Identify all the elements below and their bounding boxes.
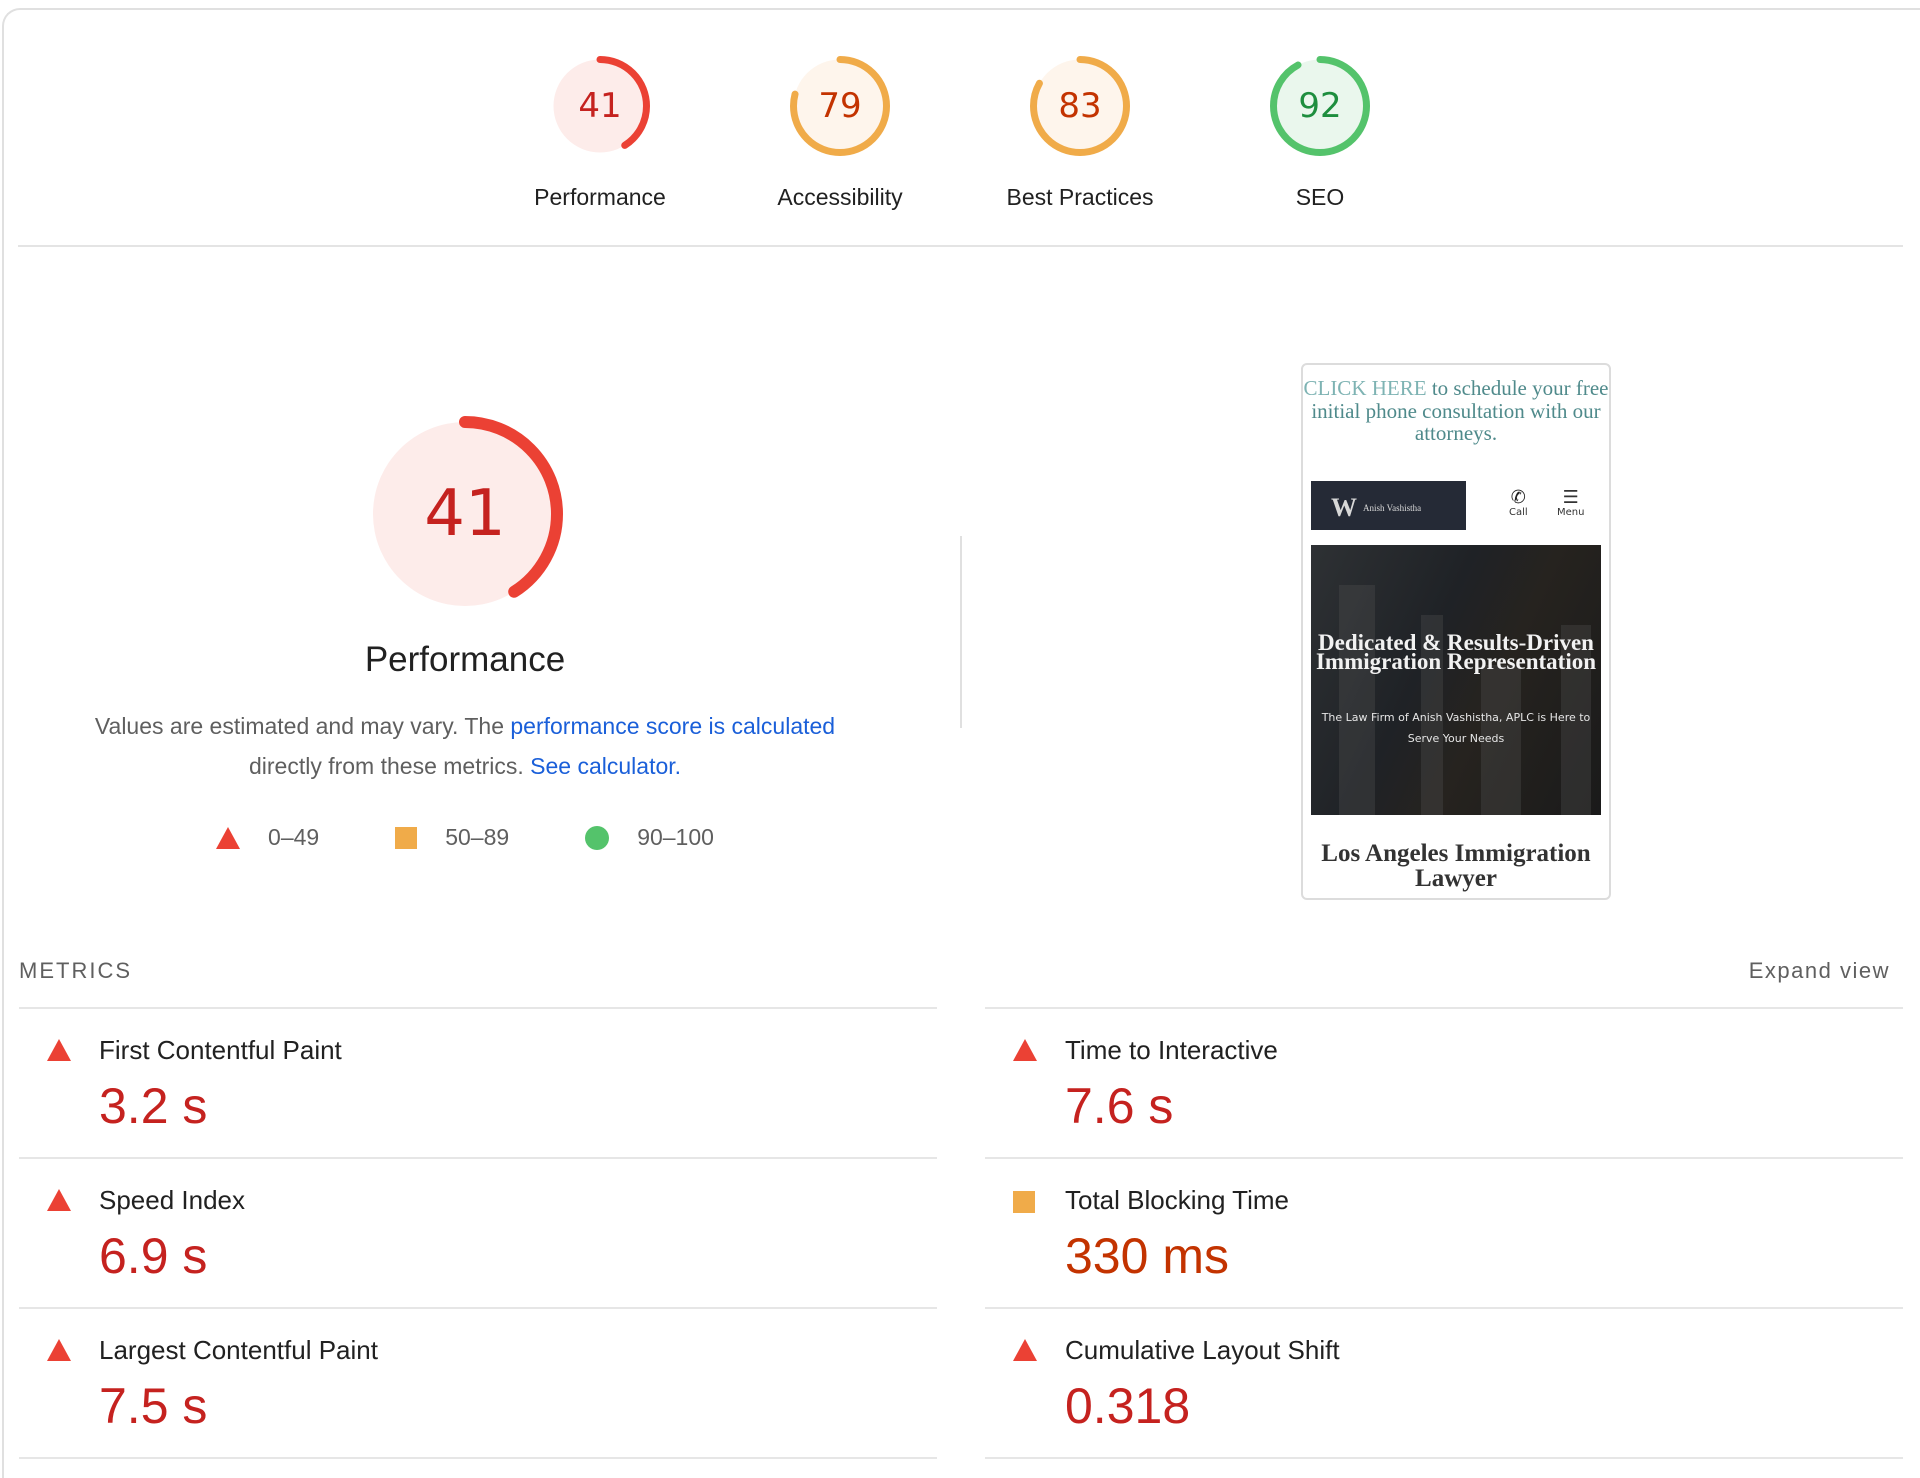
gauge-performance[interactable]: 41 Performance [510, 54, 690, 211]
expand-view-button[interactable]: Expand view [1749, 958, 1890, 984]
vertical-divider [960, 536, 962, 728]
legend-item-pass: 90–100 [585, 824, 714, 851]
legend-item-fail: 0–49 [216, 824, 319, 851]
gauge-label: Performance [534, 184, 666, 210]
building-graphic [1339, 585, 1375, 815]
score-gauge: 41 [550, 56, 650, 156]
gauge-best-practices[interactable]: 83 Best Practices [990, 54, 1170, 211]
metric-time-to-interactive: Time to Interactive 7.6 s [985, 1007, 1903, 1157]
category-gauges: 41 Performance 79 Accessibility 83 Best … [0, 54, 1920, 214]
site-header-logo: W Anish Vashistha [1311, 481, 1466, 530]
hero-banner: Dedicated & Results-Driven Immigration R… [1311, 545, 1601, 815]
gauge-accessibility[interactable]: 79 Accessibility [750, 54, 930, 211]
nav-bar [1337, 532, 1601, 545]
metrics-column-left: First Contentful Paint 3.2 s Speed Index… [19, 1007, 937, 1459]
hero-title: Dedicated & Results-Driven Immigration R… [1315, 630, 1597, 674]
promo-highlight: CLICK HERE [1303, 376, 1427, 400]
triangle-icon [1013, 1039, 1037, 1066]
circle-icon [585, 825, 610, 850]
gauge-label: SEO [1295, 184, 1345, 210]
phone-icon: ✆ [1510, 487, 1526, 508]
call-button: ✆ Call [1509, 487, 1528, 519]
performance-description: Values are estimated and may vary. The p… [0, 706, 930, 786]
performance-title: Performance [364, 640, 566, 679]
logo-name: Anish Vashistha [1363, 503, 1422, 513]
triangle-icon [47, 1339, 71, 1366]
gauge-score: 79 [818, 86, 861, 126]
metrics-header: METRICS [19, 958, 132, 983]
metric-speed-index: Speed Index 6.9 s [19, 1157, 937, 1307]
promo-text: CLICK HERE to schedule your free initial… [1303, 377, 1609, 445]
hamburger-icon: ☰ [1562, 487, 1579, 508]
square-icon [1013, 1191, 1035, 1218]
call-label: Call [1509, 507, 1528, 518]
legend-range: 0–49 [268, 824, 320, 850]
triangle-icon [47, 1039, 71, 1066]
metric-value: 7.6 s [1065, 1078, 1174, 1134]
menu-label: Menu [1557, 507, 1585, 518]
triangle-icon [47, 1189, 71, 1216]
gauge-score: 92 [1298, 86, 1341, 126]
menu-button: ☰ Menu [1557, 487, 1585, 519]
gauge-score: 41 [424, 477, 505, 551]
score-gauge: 83 [1030, 56, 1130, 156]
metric-value: 6.9 s [99, 1228, 208, 1284]
logo: W Anish Vashistha [1331, 493, 1421, 523]
final-screenshot[interactable]: CLICK HERE to schedule your free initial… [1301, 363, 1611, 900]
page-heading: Los Angeles Immigration Lawyer [1321, 840, 1591, 892]
gauge-score: 83 [1058, 86, 1101, 126]
divider [18, 245, 1903, 247]
legend-range: 90–100 [637, 824, 714, 850]
hero-subtitle: The Law Firm of Anish Vashistha, APLC is… [1321, 711, 1591, 745]
metric-name: Speed Index [99, 1185, 246, 1215]
score-gauge: 79 [790, 56, 890, 156]
metric-name: Cumulative Layout Shift [1065, 1335, 1340, 1365]
description-text: Values are estimated and may vary. The [94, 713, 511, 739]
metric-total-blocking-time: Total Blocking Time 330 ms [985, 1157, 1903, 1307]
score-legend: 0–49 50–89 90–100 [0, 824, 930, 851]
see-calculator-link[interactable]: See calculator. [530, 753, 681, 779]
legend-range: 50–89 [445, 824, 510, 850]
metric-name: First Contentful Paint [99, 1035, 342, 1065]
metric-value: 330 ms [1065, 1228, 1229, 1284]
gauge-seo[interactable]: 92 SEO [1230, 54, 1410, 211]
metric-value: 0.318 [1065, 1378, 1191, 1434]
metric-largest-contentful-paint: Largest Contentful Paint 7.5 s [19, 1307, 937, 1459]
metric-name: Time to Interactive [1065, 1035, 1278, 1065]
metric-name: Largest Contentful Paint [99, 1335, 378, 1365]
square-icon [395, 826, 418, 849]
gauge-label: Best Practices [1006, 184, 1154, 210]
triangle-icon [216, 826, 241, 849]
triangle-icon [1013, 1339, 1037, 1366]
metrics-column-right: Time to Interactive 7.6 s Total Blocking… [985, 1007, 1903, 1459]
gauge-score: 41 [578, 86, 621, 126]
gauge-label: Accessibility [777, 184, 903, 210]
metric-cumulative-layout-shift: Cumulative Layout Shift 0.318 [985, 1307, 1903, 1459]
score-gauge: 92 [1270, 56, 1370, 156]
logo-mark: W [1331, 493, 1357, 522]
metric-first-contentful-paint: First Contentful Paint 3.2 s [19, 1007, 937, 1157]
score-calculated-link[interactable]: performance score is calculated [510, 713, 835, 739]
metric-value: 3.2 s [99, 1078, 208, 1134]
description-text: directly from these metrics. [248, 753, 524, 779]
performance-score-gauge: 41 [367, 416, 563, 612]
legend-item-average: 50–89 [395, 824, 509, 851]
metric-name: Total Blocking Time [1065, 1185, 1289, 1215]
metric-value: 7.5 s [99, 1378, 208, 1434]
